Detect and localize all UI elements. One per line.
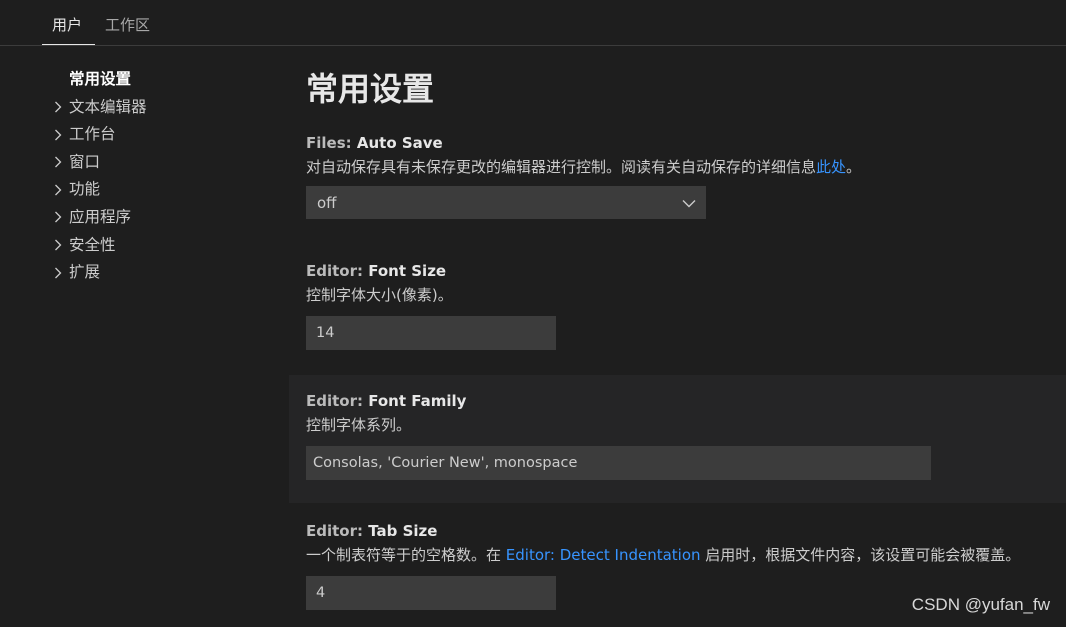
toc-item-label: 扩展: [69, 263, 101, 282]
setting-font-size: Editor: Font Size 控制字体大小(像素)。 14: [289, 261, 1066, 350]
toc-item-features[interactable]: 功能: [50, 176, 280, 204]
chevron-right-icon: [52, 149, 64, 176]
setting-font-family: Editor: Font Family 控制字体系列。 Consolas, 'C…: [289, 375, 1066, 503]
chevron-right-icon: [52, 176, 64, 203]
settings-scope-tabs: 用户 工作区: [0, 0, 1066, 46]
setting-description: 一个制表符等于的空格数。在 Editor: Detect Indentation…: [306, 545, 1066, 565]
setting-auto-save: Files: Auto Save 对自动保存具有未保存更改的编辑器进行控制。阅读…: [289, 133, 1066, 219]
select-value: off: [317, 193, 337, 212]
setting-description: 控制字体系列。: [306, 416, 412, 434]
setting-description: 对自动保存具有未保存更改的编辑器进行控制。阅读有关自动保存的详细信息此处。: [306, 157, 1066, 177]
setting-title: Editor: Font Family: [306, 391, 1066, 411]
toc-item-label: 安全性: [69, 235, 116, 254]
setting-key: Tab Size: [368, 522, 438, 540]
chevron-right-icon: [52, 259, 64, 286]
chevron-right-icon: [52, 94, 64, 121]
tab-user[interactable]: 用户: [42, 14, 95, 45]
toc-item-label: 应用程序: [69, 207, 132, 226]
font-family-input[interactable]: Consolas, 'Courier New', monospace: [306, 446, 931, 480]
font-size-input[interactable]: 14: [306, 316, 556, 350]
detect-indentation-link[interactable]: Editor: Detect Indentation: [506, 546, 701, 564]
page-title: 常用设置: [306, 70, 435, 108]
setting-title: Editor: Font Size: [306, 261, 1066, 281]
toc-item-window[interactable]: 窗口: [50, 149, 280, 177]
setting-key: Auto Save: [356, 134, 443, 152]
toc-item-label: 功能: [69, 180, 101, 199]
toc-item-text-editor[interactable]: 文本编辑器: [50, 94, 280, 122]
description-text: 。: [846, 158, 862, 176]
setting-category: Files:: [306, 134, 357, 152]
settings-toc: 常用设置 文本编辑器 工作台 窗口 功能 应用程序 安全性 扩展: [50, 66, 280, 287]
setting-category: Editor:: [306, 262, 369, 280]
toc-item-application[interactable]: 应用程序: [50, 204, 280, 232]
setting-category: Editor:: [306, 392, 369, 410]
toc-item-label: 窗口: [69, 152, 101, 171]
toc-item-workbench[interactable]: 工作台: [50, 121, 280, 149]
toc-item-label: 文本编辑器: [69, 97, 147, 116]
description-text: 一个制表符等于的空格数。在: [306, 546, 506, 564]
setting-key: Font Family: [368, 392, 467, 410]
tab-size-input[interactable]: 4: [306, 576, 556, 610]
toc-item-extensions[interactable]: 扩展: [50, 259, 280, 287]
auto-save-select[interactable]: off: [306, 186, 706, 219]
description-text: 启用时，根据文件内容，该设置可能会被覆盖。: [700, 546, 1021, 564]
chevron-right-icon: [52, 204, 64, 231]
setting-title: Editor: Tab Size: [306, 521, 1066, 541]
setting-title: Files: Auto Save: [306, 133, 1066, 153]
chevron-right-icon: [52, 121, 64, 148]
setting-category: Editor:: [306, 522, 369, 540]
setting-description: 控制字体大小(像素)。: [306, 286, 453, 304]
toc-item-security[interactable]: 安全性: [50, 232, 280, 260]
description-text: 对自动保存具有未保存更改的编辑器进行控制。阅读有关自动保存的详细信息: [306, 158, 817, 176]
toc-item-common[interactable]: 常用设置: [50, 66, 280, 94]
watermark: CSDN @yufan_fw: [911, 595, 1050, 614]
chevron-right-icon: [52, 232, 64, 259]
auto-save-docs-link[interactable]: 此处: [816, 158, 846, 176]
setting-key: Font Size: [368, 262, 447, 280]
tab-workspace[interactable]: 工作区: [105, 14, 150, 45]
toc-item-label: 工作台: [69, 125, 116, 144]
chevron-down-icon: [682, 194, 696, 212]
